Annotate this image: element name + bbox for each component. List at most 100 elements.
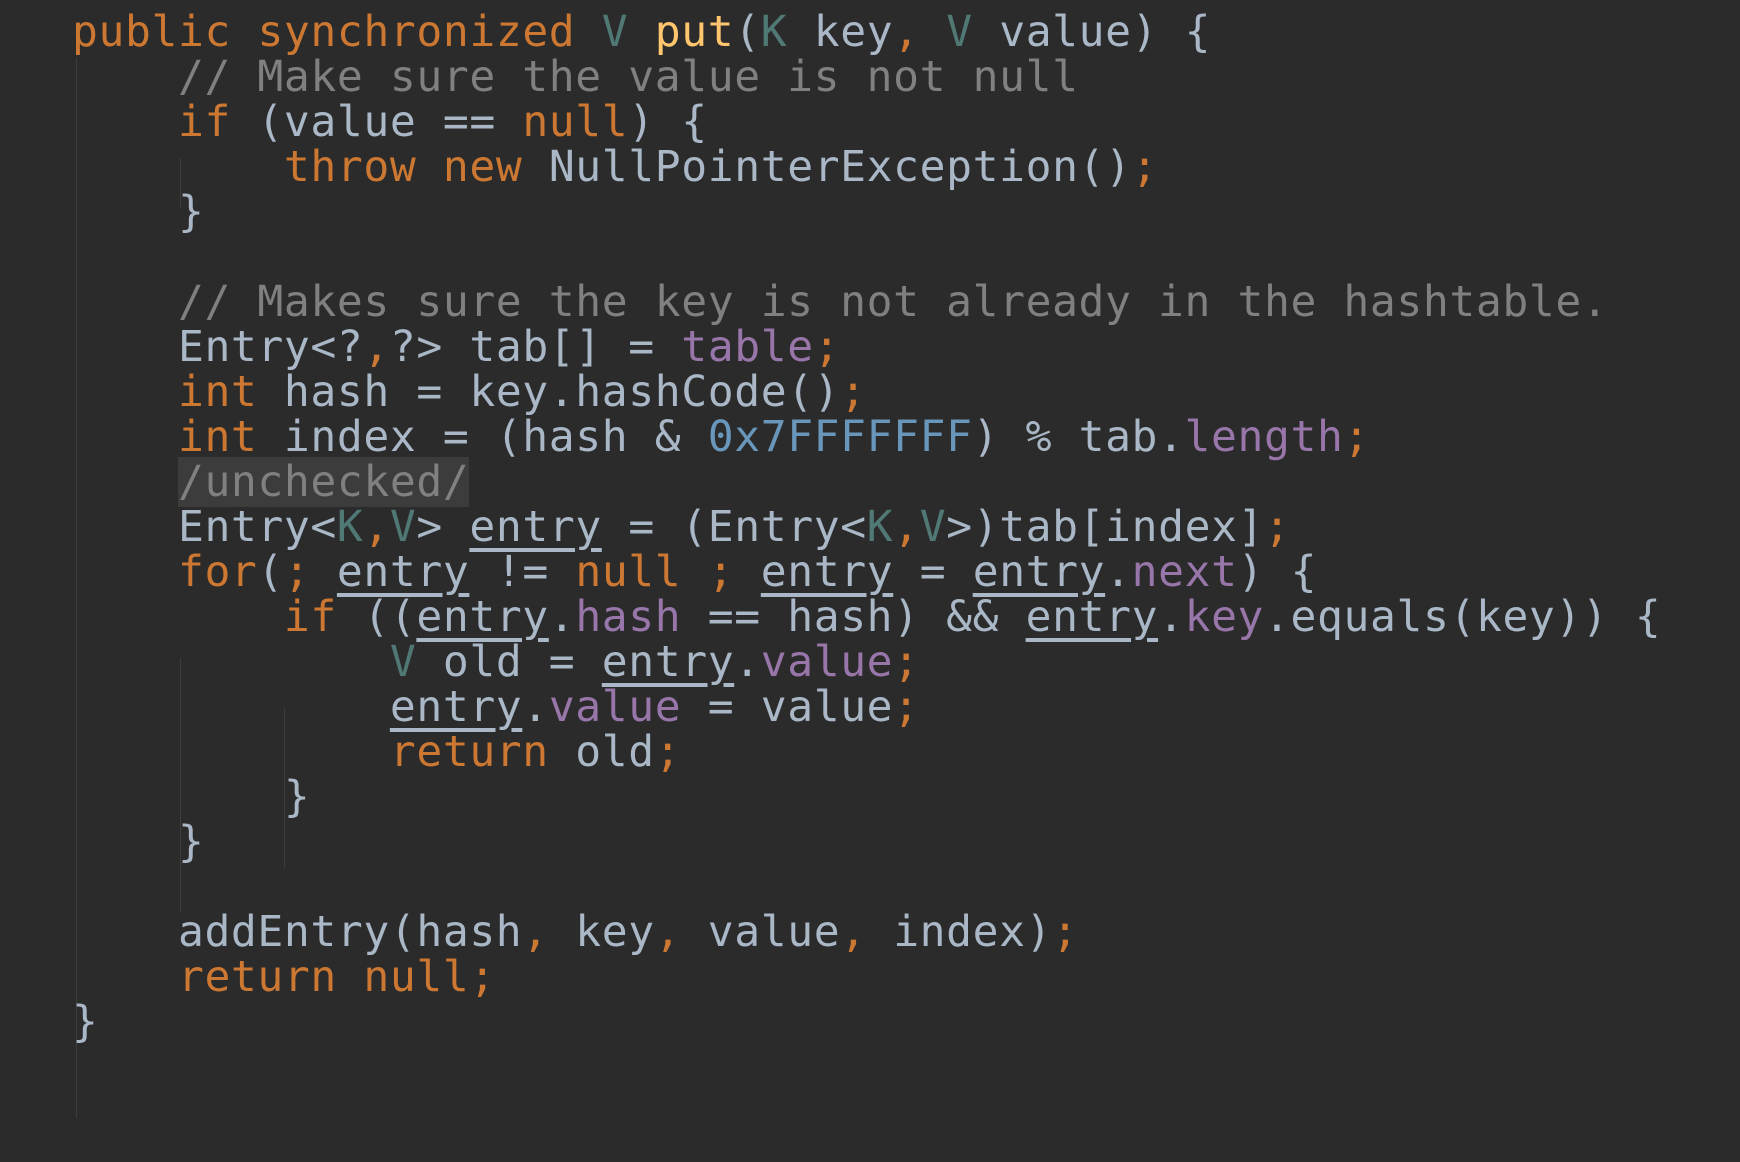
code-token: key — [548, 907, 655, 957]
code-line[interactable]: return old; — [72, 727, 681, 777]
code-line[interactable]: // Make sure the value is not null — [72, 52, 1079, 102]
code-token: V — [601, 7, 629, 57]
code-line[interactable]: /unchecked/ — [72, 457, 470, 507]
code-token: != — [469, 547, 576, 597]
code-token: K — [760, 7, 788, 57]
code-token: old — [548, 727, 655, 777]
code-token: ; — [893, 682, 920, 732]
code-token: value — [548, 682, 682, 732]
code-token: . — [548, 592, 576, 642]
code-token: /unchecked/ — [177, 457, 470, 507]
code-token: , — [363, 322, 390, 372]
code-token: ?> tab[] = — [389, 322, 682, 372]
code-token: return — [177, 952, 337, 1002]
code-token: entry — [601, 637, 735, 687]
code-token: ) { — [1237, 547, 1318, 597]
code-token: .equals(key)) { — [1264, 592, 1662, 642]
code-token: next — [1131, 547, 1238, 597]
code-line[interactable]: Entry<K,V> entry = (Entry<K,V>)tab[index… — [72, 502, 1291, 552]
code-token: K — [336, 502, 364, 552]
code-token: key — [1184, 592, 1265, 642]
code-token: ; — [283, 547, 311, 597]
code-token: ; — [1052, 907, 1079, 957]
code-line[interactable]: entry.value = value; — [72, 682, 920, 732]
code-token: , — [893, 502, 920, 552]
code-token: for — [177, 547, 258, 597]
code-token: NullPointerException() — [522, 142, 1132, 192]
code-token: 0x7FFFFFFF — [707, 412, 973, 462]
code-line[interactable]: if (value == null) { — [72, 97, 708, 147]
code-line[interactable]: return null; — [72, 952, 496, 1002]
code-line[interactable]: if ((entry.hash == hash) && entry.key.eq… — [72, 592, 1661, 642]
code-token: ; — [1131, 142, 1159, 192]
code-line[interactable]: Entry<?,?> tab[] = table; — [72, 322, 840, 372]
code-token: , — [893, 7, 920, 57]
code-token: index) — [866, 907, 1053, 957]
code-token: new — [442, 142, 523, 192]
code-token: ) % tab. — [972, 412, 1185, 462]
code-line[interactable]: } — [72, 187, 204, 237]
code-token: . — [1105, 547, 1132, 597]
code-token: , — [840, 907, 867, 957]
code-token: V — [946, 7, 973, 57]
code-token: Entry<? — [72, 322, 364, 372]
code-token: null — [522, 97, 629, 147]
code-token: , — [522, 907, 549, 957]
code-token: == hash) && — [681, 592, 1026, 642]
code-token: value — [681, 907, 841, 957]
code-token: entry — [760, 547, 894, 597]
code-line[interactable]: addEntry(hash, key, value, index); — [72, 907, 1079, 957]
code-line[interactable]: for(; entry != null ; entry = entry.next… — [72, 547, 1317, 597]
code-token: int — [177, 412, 258, 462]
code-line[interactable]: throw new NullPointerException(); — [72, 142, 1158, 192]
code-token: } — [72, 772, 311, 822]
code-token: throw — [283, 142, 417, 192]
code-token: entry — [389, 682, 523, 732]
code-token: int — [177, 367, 258, 417]
code-token: null — [575, 547, 682, 597]
code-token: value — [760, 637, 894, 687]
code-token: addEntry(hash — [72, 907, 523, 957]
code-token: Entry< — [72, 502, 337, 552]
code-token: V — [919, 502, 947, 552]
code-line[interactable]: int index = (hash & 0x7FFFFFFF) % tab.le… — [72, 412, 1370, 462]
code-token: // Makes sure the key is not already in … — [177, 277, 1609, 327]
code-token: . — [522, 682, 549, 732]
code-token: entry — [469, 502, 602, 552]
code-line[interactable]: int hash = key.hashCode(); — [72, 367, 867, 417]
code-line[interactable]: } — [72, 997, 99, 1047]
code-editor[interactable]: public synchronized V put(K key, V value… — [0, 0, 1740, 1162]
code-token: , — [654, 907, 682, 957]
code-token: index = (hash & — [257, 412, 708, 462]
code-token: ; — [469, 952, 496, 1002]
code-token: >)tab[index] — [946, 502, 1265, 552]
code-token: ( — [734, 7, 761, 57]
code-token: = — [893, 547, 973, 597]
code-line[interactable]: public synchronized V put(K key, V value… — [72, 7, 1211, 57]
code-token: (( — [336, 592, 417, 642]
code-token: = (Entry< — [601, 502, 867, 552]
code-line[interactable]: } — [72, 817, 204, 867]
code-line[interactable]: } — [72, 772, 310, 822]
code-token: entry — [972, 547, 1106, 597]
code-token: ; — [1343, 412, 1370, 462]
code-line[interactable]: // Makes sure the key is not already in … — [72, 277, 1608, 327]
code-token: synchronized — [257, 7, 576, 57]
code-line[interactable]: V old = entry.value; — [72, 637, 920, 687]
